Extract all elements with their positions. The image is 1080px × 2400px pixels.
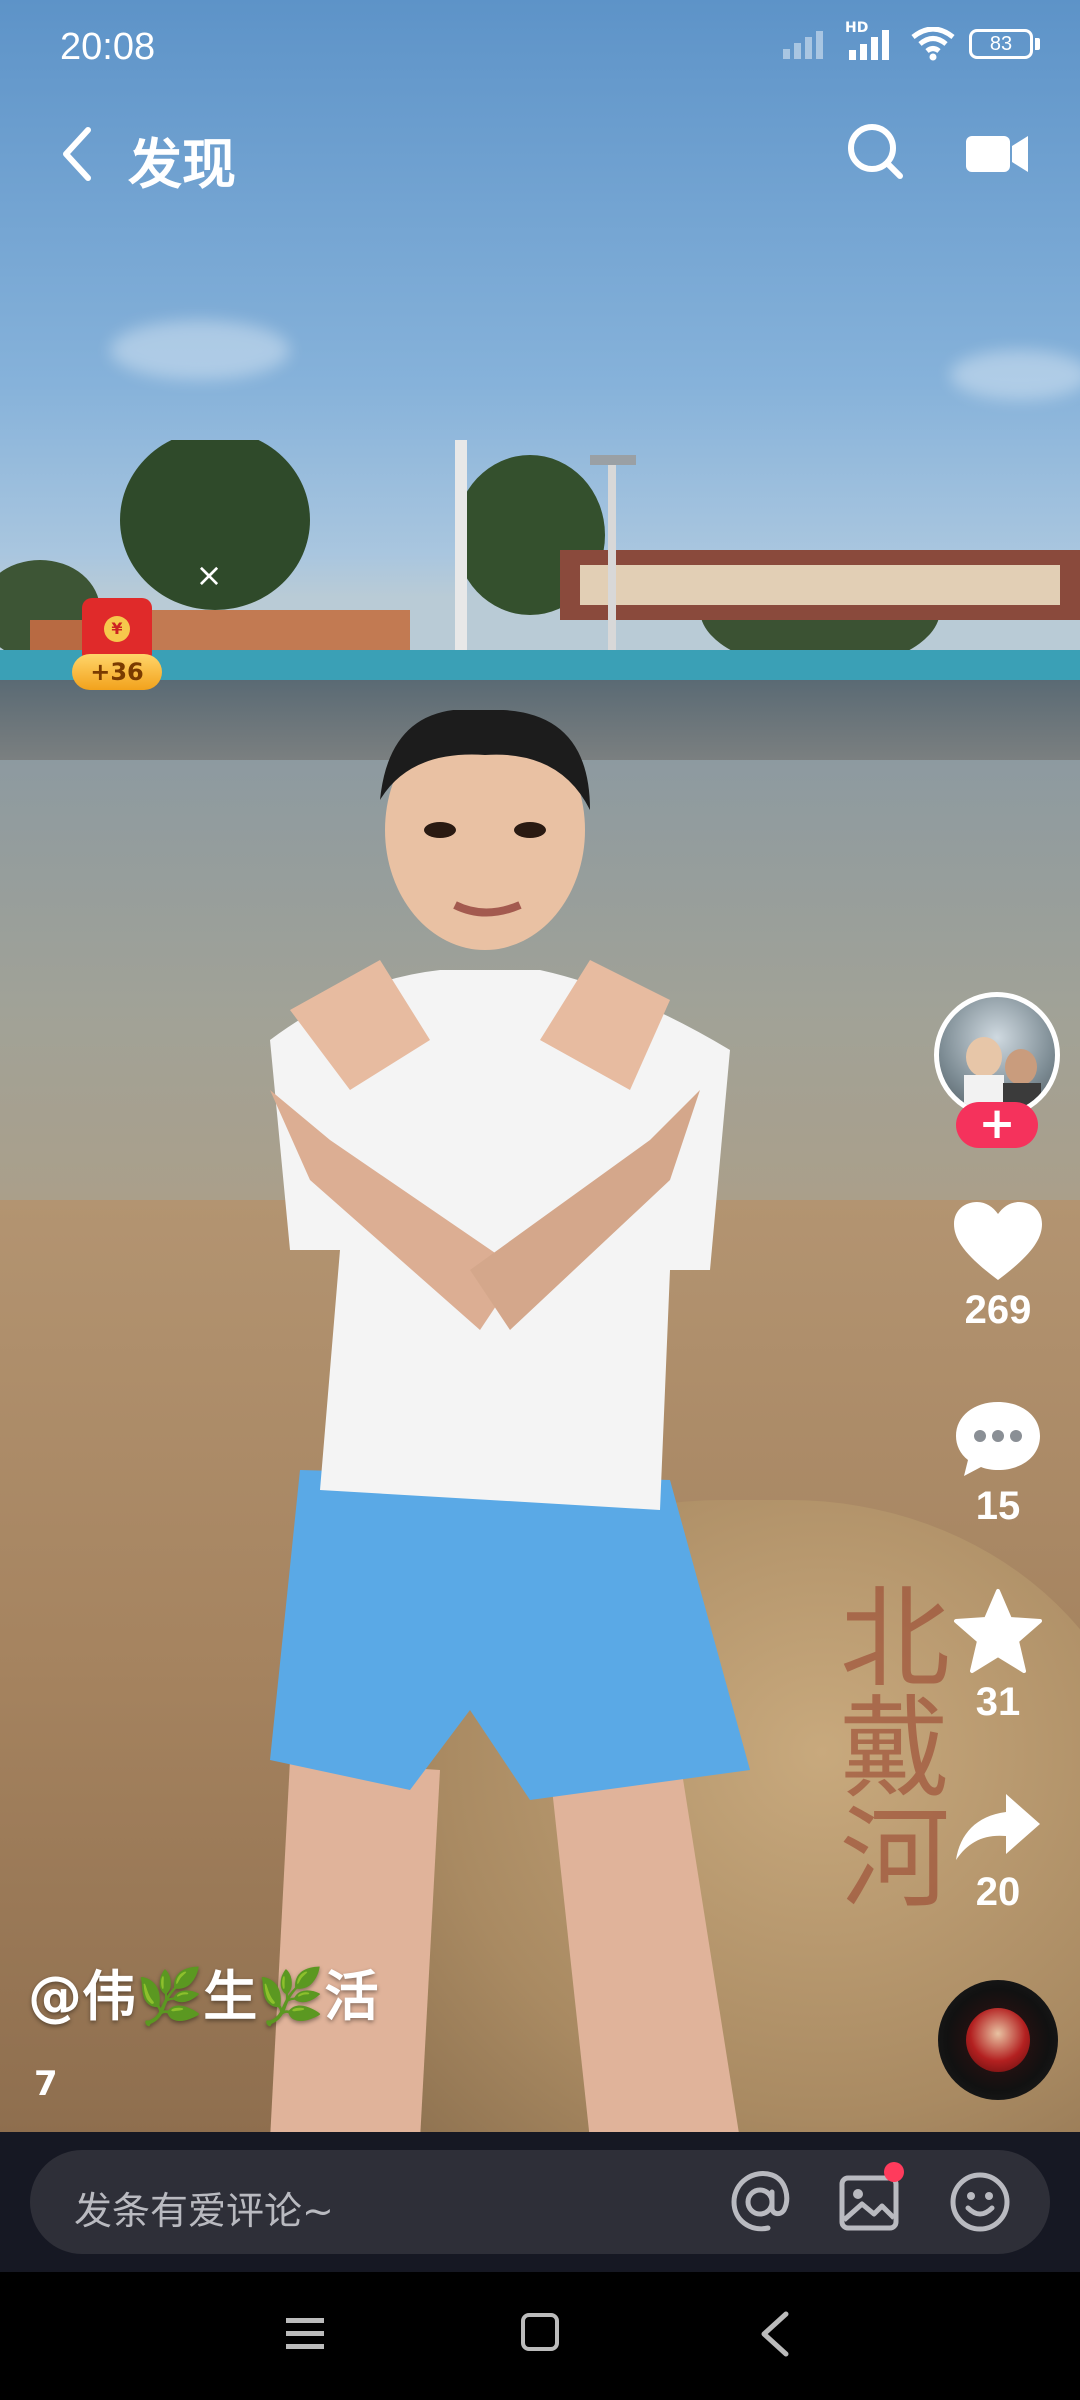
battery-icon: 83	[969, 29, 1040, 59]
comment-bubble-icon	[956, 1402, 1040, 1476]
dancing-person	[270, 710, 750, 2132]
rock-inscription: 北戴河	[821, 1580, 949, 1910]
red-packet-close-button[interactable]: ×	[194, 559, 224, 591]
coin-icon: ¥	[104, 616, 130, 642]
search-icon[interactable]	[844, 120, 908, 184]
page-title: 发现	[128, 133, 236, 196]
comment-placeholder: 发条有爱评论~	[74, 2189, 334, 2233]
follow-button[interactable]: +	[956, 1102, 1038, 1148]
signal-weak-icon	[783, 31, 823, 59]
at-mention-icon[interactable]	[728, 2170, 792, 2234]
like-button[interactable]: 269	[940, 1200, 1056, 1333]
share-count: 20	[975, 1870, 1021, 1914]
comment-input[interactable]: 发条有爱评论~	[30, 2150, 1050, 2254]
system-icons: HD 83	[783, 20, 1040, 62]
back-triangle-icon[interactable]	[758, 2310, 792, 2358]
red-packet-bonus: +36	[72, 654, 162, 690]
music-cover	[966, 2008, 1030, 2072]
clock: 20:08	[60, 26, 156, 68]
home-square-icon[interactable]	[520, 2312, 560, 2352]
red-packet-widget[interactable]: ¥ +36	[72, 598, 162, 692]
author-handle[interactable]: @伟🌿生🌿活	[28, 1952, 378, 2031]
share-button[interactable]: 20	[940, 1790, 1056, 1915]
favorite-count: 31	[975, 1680, 1021, 1724]
like-count: 269	[964, 1288, 1032, 1332]
battery-level: 83	[969, 29, 1033, 59]
cloud	[110, 320, 290, 380]
video-description: 7	[34, 2064, 58, 2104]
status-bar: 20:08 HD 83	[0, 0, 1080, 100]
tree-line	[0, 440, 1080, 690]
notification-dot	[884, 2162, 904, 2182]
share-arrow-icon	[956, 1794, 1040, 1860]
top-nav: 发现	[0, 110, 1080, 200]
emoji-icon[interactable]	[948, 2170, 1012, 2234]
menu-icon[interactable]	[284, 2312, 326, 2356]
comment-area: 发条有爱评论~	[0, 2132, 1080, 2272]
cloud	[950, 350, 1080, 400]
comment-button[interactable]: 15	[940, 1398, 1056, 1529]
wifi-icon	[911, 27, 955, 61]
star-icon	[954, 1589, 1042, 1673]
avatar-photo	[964, 1037, 1041, 1113]
music-disc[interactable]	[938, 1980, 1058, 2100]
comment-count: 15	[975, 1484, 1021, 1528]
favorite-button[interactable]: 31	[940, 1588, 1056, 1725]
chevron-left-icon[interactable]	[54, 124, 104, 184]
video-player[interactable]: 北戴河	[0, 0, 1080, 2132]
heart-icon	[954, 1202, 1042, 1280]
system-nav-bar	[0, 2272, 1080, 2400]
video-camera-icon[interactable]	[964, 130, 1030, 178]
red-envelope-icon: ¥	[82, 598, 152, 660]
hd-signal-icon: HD	[845, 20, 897, 62]
